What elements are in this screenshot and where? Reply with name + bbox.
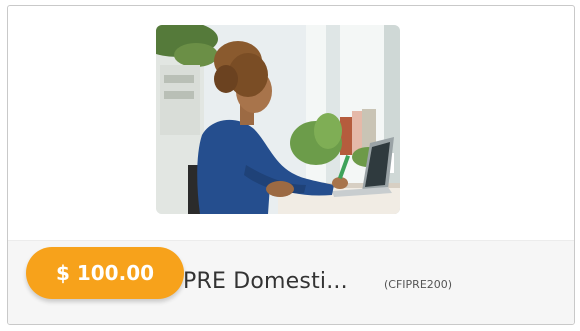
photo-illustration [156,25,400,214]
course-photo[interactable] [156,25,400,214]
course-title[interactable]: PRE Domesti... [183,269,348,294]
price-badge: $ 100.00 [26,247,184,299]
course-code: (CFIPRE200) [384,278,453,291]
